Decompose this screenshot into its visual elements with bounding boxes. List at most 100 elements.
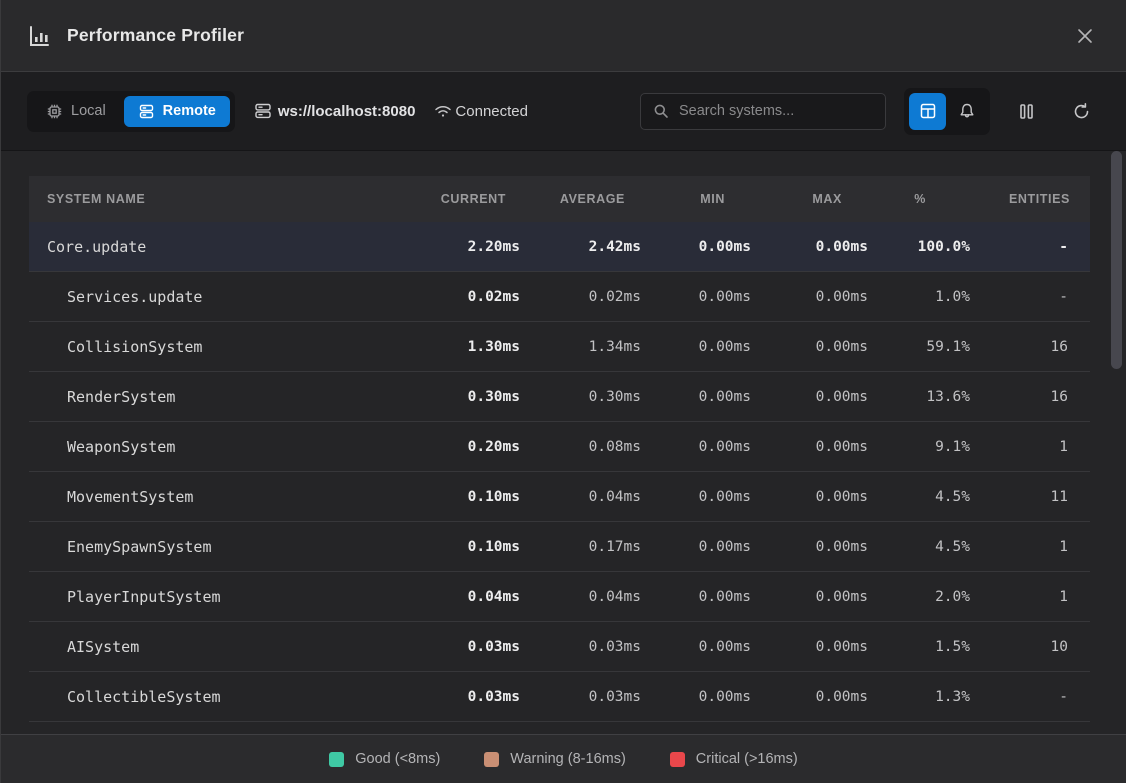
legend-item-critical: Critical (>16ms) bbox=[670, 751, 798, 767]
title-bar: Performance Profiler bbox=[1, 0, 1126, 72]
current-cell: 1.30ms bbox=[408, 339, 520, 355]
page-title: Performance Profiler bbox=[67, 25, 244, 46]
table-view-button[interactable] bbox=[909, 93, 946, 130]
critical-label: Critical (>16ms) bbox=[696, 751, 798, 767]
entities-cell: - bbox=[970, 289, 1090, 305]
average-cell: 0.30ms bbox=[520, 389, 641, 405]
table-row[interactable]: PlayerInputSystem 0.04ms 0.04ms 0.00ms 0… bbox=[29, 572, 1090, 622]
system-name-cell: PlayerInputSystem bbox=[29, 588, 408, 606]
current-cell: 0.10ms bbox=[408, 539, 520, 555]
table-body: Core.update 2.20ms 2.42ms 0.00ms 0.00ms … bbox=[29, 222, 1090, 722]
percent-cell: 13.6% bbox=[868, 389, 970, 405]
min-cell: 0.00ms bbox=[641, 589, 751, 605]
max-cell: 0.00ms bbox=[751, 239, 868, 255]
table-row[interactable]: MovementSystem 0.10ms 0.04ms 0.00ms 0.00… bbox=[29, 472, 1090, 522]
pause-button[interactable] bbox=[1008, 93, 1045, 130]
percent-cell: 1.3% bbox=[868, 689, 970, 705]
system-name-cell: MovementSystem bbox=[29, 488, 408, 506]
table-row[interactable]: CollisionSystem 1.30ms 1.34ms 0.00ms 0.0… bbox=[29, 322, 1090, 372]
entities-cell: 11 bbox=[970, 489, 1090, 505]
view-segmented-control bbox=[904, 88, 990, 135]
average-cell: 0.02ms bbox=[520, 289, 641, 305]
percent-cell: 9.1% bbox=[868, 439, 970, 455]
max-cell: 0.00ms bbox=[751, 639, 868, 655]
table-header-row: SYSTEM NAME CURRENT AVERAGE MIN MAX % EN… bbox=[29, 176, 1090, 222]
warning-swatch bbox=[484, 752, 499, 767]
alerts-button[interactable] bbox=[948, 93, 985, 130]
max-cell: 0.00ms bbox=[751, 289, 868, 305]
table-row[interactable]: WeaponSystem 0.20ms 0.08ms 0.00ms 0.00ms… bbox=[29, 422, 1090, 472]
table-row[interactable]: CollectibleSystem 0.03ms 0.03ms 0.00ms 0… bbox=[29, 672, 1090, 722]
legend-item-warning: Warning (8-16ms) bbox=[484, 751, 626, 767]
connection-status-label: Connected bbox=[455, 103, 528, 120]
current-cell: 0.20ms bbox=[408, 439, 520, 455]
min-cell: 0.00ms bbox=[641, 489, 751, 505]
current-cell: 0.03ms bbox=[408, 689, 520, 705]
min-cell: 0.00ms bbox=[641, 289, 751, 305]
max-cell: 0.00ms bbox=[751, 539, 868, 555]
system-name-cell: WeaponSystem bbox=[29, 438, 408, 456]
legend-item-good: Good (<8ms) bbox=[329, 751, 440, 767]
remote-mode-button[interactable]: Remote bbox=[124, 96, 230, 127]
max-cell: 0.00ms bbox=[751, 389, 868, 405]
critical-swatch bbox=[670, 752, 685, 767]
search-box bbox=[640, 93, 886, 130]
search-input[interactable] bbox=[679, 103, 873, 119]
percent-cell: 59.1% bbox=[868, 339, 970, 355]
percent-cell: 1.0% bbox=[868, 289, 970, 305]
entities-cell: - bbox=[970, 689, 1090, 705]
average-cell: 1.34ms bbox=[520, 339, 641, 355]
warning-label: Warning (8-16ms) bbox=[510, 751, 626, 767]
search-icon bbox=[653, 103, 669, 119]
table-row[interactable]: AISystem 0.03ms 0.03ms 0.00ms 0.00ms 1.5… bbox=[29, 622, 1090, 672]
connection-endpoint: ws://localhost:8080 bbox=[253, 101, 416, 121]
table-row[interactable]: Core.update 2.20ms 2.42ms 0.00ms 0.00ms … bbox=[29, 222, 1090, 272]
min-cell: 0.00ms bbox=[641, 689, 751, 705]
partial-next-row bbox=[29, 722, 1090, 734]
average-cell: 0.04ms bbox=[520, 489, 641, 505]
table-row[interactable]: Services.update 0.02ms 0.02ms 0.00ms 0.0… bbox=[29, 272, 1090, 322]
max-cell: 0.00ms bbox=[751, 439, 868, 455]
close-icon bbox=[1076, 27, 1094, 45]
local-mode-button[interactable]: Local bbox=[32, 96, 120, 127]
vertical-scrollbar-thumb[interactable] bbox=[1111, 151, 1122, 369]
system-name-cell: Core.update bbox=[29, 238, 408, 256]
entities-cell: 16 bbox=[970, 389, 1090, 405]
percent-cell: 2.0% bbox=[868, 589, 970, 605]
close-button[interactable] bbox=[1070, 21, 1100, 51]
min-cell: 0.00ms bbox=[641, 389, 751, 405]
max-cell: 0.00ms bbox=[751, 589, 868, 605]
max-cell: 0.00ms bbox=[751, 339, 868, 355]
table-row[interactable]: RenderSystem 0.30ms 0.30ms 0.00ms 0.00ms… bbox=[29, 372, 1090, 422]
entities-cell: - bbox=[970, 239, 1090, 255]
host-server-icon bbox=[253, 101, 273, 121]
pause-icon bbox=[1017, 102, 1036, 121]
table-row[interactable]: EnemySpawnSystem 0.10ms 0.17ms 0.00ms 0.… bbox=[29, 522, 1090, 572]
current-cell: 0.02ms bbox=[408, 289, 520, 305]
bell-icon bbox=[958, 102, 976, 120]
system-name-cell: RenderSystem bbox=[29, 388, 408, 406]
system-name-cell: CollectibleSystem bbox=[29, 688, 408, 706]
wifi-icon bbox=[433, 101, 453, 121]
min-cell: 0.00ms bbox=[641, 339, 751, 355]
col-header-max: MAX bbox=[751, 192, 868, 206]
status-legend: Good (<8ms) Warning (8-16ms) Critical (>… bbox=[1, 734, 1126, 783]
min-cell: 0.00ms bbox=[641, 539, 751, 555]
performance-profiler-window: { "window": { "title": "Performance Prof… bbox=[0, 0, 1126, 783]
col-header-entities: ENTITIES bbox=[970, 192, 1090, 206]
cpu-chip-icon bbox=[46, 103, 63, 120]
min-cell: 0.00ms bbox=[641, 639, 751, 655]
current-cell: 2.20ms bbox=[408, 239, 520, 255]
local-mode-label: Local bbox=[71, 103, 106, 119]
entities-cell: 1 bbox=[970, 439, 1090, 455]
refresh-button[interactable] bbox=[1063, 93, 1100, 130]
system-name-cell: EnemySpawnSystem bbox=[29, 538, 408, 556]
remote-mode-label: Remote bbox=[163, 103, 216, 119]
average-cell: 0.03ms bbox=[520, 689, 641, 705]
table-view-icon bbox=[919, 102, 937, 120]
system-name-cell: Services.update bbox=[29, 288, 408, 306]
system-name-cell: AISystem bbox=[29, 638, 408, 656]
refresh-icon bbox=[1072, 102, 1091, 121]
min-cell: 0.00ms bbox=[641, 439, 751, 455]
current-cell: 0.03ms bbox=[408, 639, 520, 655]
